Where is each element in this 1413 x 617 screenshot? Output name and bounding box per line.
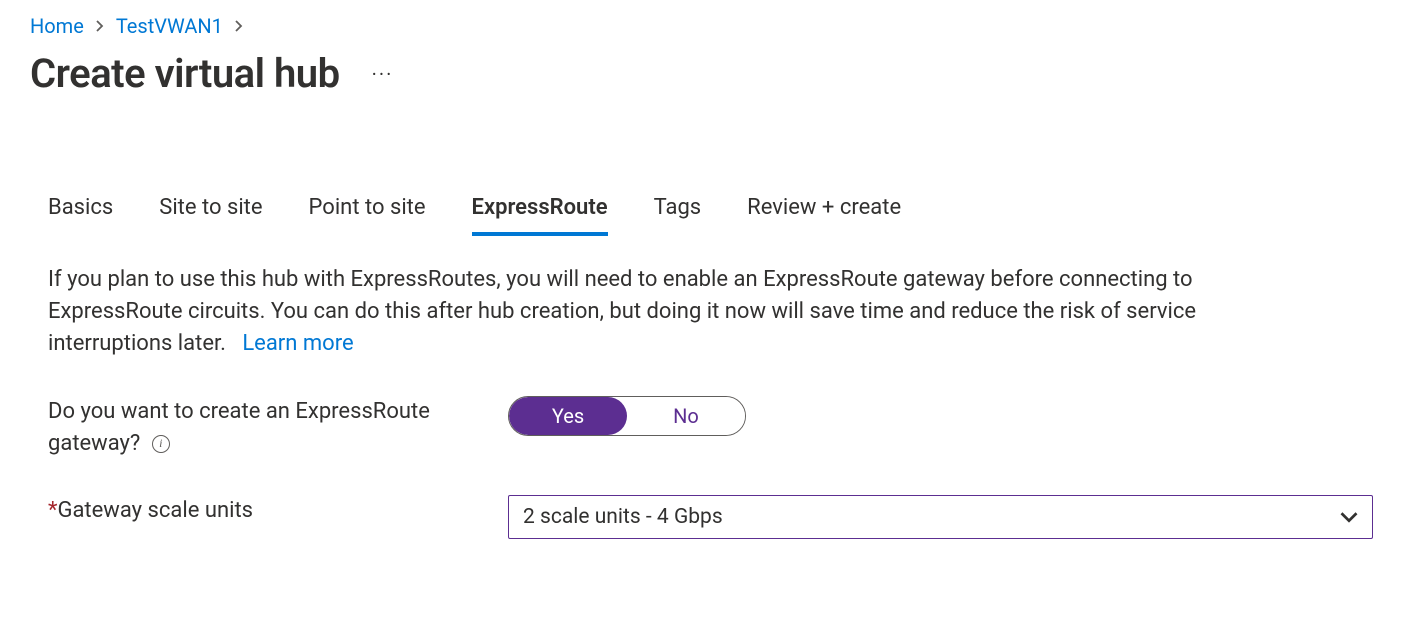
create-gateway-label: Do you want to create an ExpressRoute ga… bbox=[48, 396, 508, 460]
scale-units-value: 2 scale units - 4 Gbps bbox=[523, 505, 723, 529]
tab-basics[interactable]: Basics bbox=[48, 187, 113, 236]
scale-units-label-text: Gateway scale units bbox=[57, 498, 253, 523]
breadcrumb-testvwan1[interactable]: TestVWAN1 bbox=[116, 14, 223, 38]
create-gateway-label-text: Do you want to create an ExpressRoute ga… bbox=[48, 399, 430, 456]
learn-more-link[interactable]: Learn more bbox=[242, 331, 353, 356]
tabs: Basics Site to site Point to site Expres… bbox=[30, 187, 1383, 236]
chevron-right-icon bbox=[233, 16, 245, 37]
breadcrumb: Home TestVWAN1 bbox=[30, 14, 1383, 38]
toggle-no[interactable]: No bbox=[627, 397, 745, 435]
scale-units-label: *Gateway scale units bbox=[48, 495, 508, 527]
page-title-row: Create virtual hub ··· bbox=[30, 50, 1383, 97]
more-actions-button[interactable]: ··· bbox=[364, 58, 402, 90]
form-row-create-gateway: Do you want to create an ExpressRoute ga… bbox=[30, 396, 1383, 460]
tab-tags[interactable]: Tags bbox=[654, 187, 702, 236]
tab-site-to-site[interactable]: Site to site bbox=[159, 187, 262, 236]
chevron-right-icon bbox=[94, 16, 106, 37]
info-icon[interactable]: i bbox=[152, 435, 170, 453]
tab-expressroute[interactable]: ExpressRoute bbox=[472, 187, 608, 236]
tab-review-create[interactable]: Review + create bbox=[747, 187, 901, 236]
breadcrumb-home[interactable]: Home bbox=[30, 14, 84, 38]
page-title: Create virtual hub bbox=[30, 50, 340, 97]
chevron-down-icon bbox=[1340, 508, 1358, 526]
form-row-scale-units: *Gateway scale units 2 scale units - 4 G… bbox=[30, 495, 1383, 539]
tab-point-to-site[interactable]: Point to site bbox=[309, 187, 426, 236]
tab-description: If you plan to use this hub with Express… bbox=[30, 264, 1280, 360]
create-gateway-toggle: Yes No bbox=[508, 396, 746, 436]
toggle-yes[interactable]: Yes bbox=[509, 397, 627, 435]
scale-units-select[interactable]: 2 scale units - 4 Gbps bbox=[508, 495, 1373, 539]
description-text: If you plan to use this hub with Express… bbox=[48, 267, 1196, 356]
